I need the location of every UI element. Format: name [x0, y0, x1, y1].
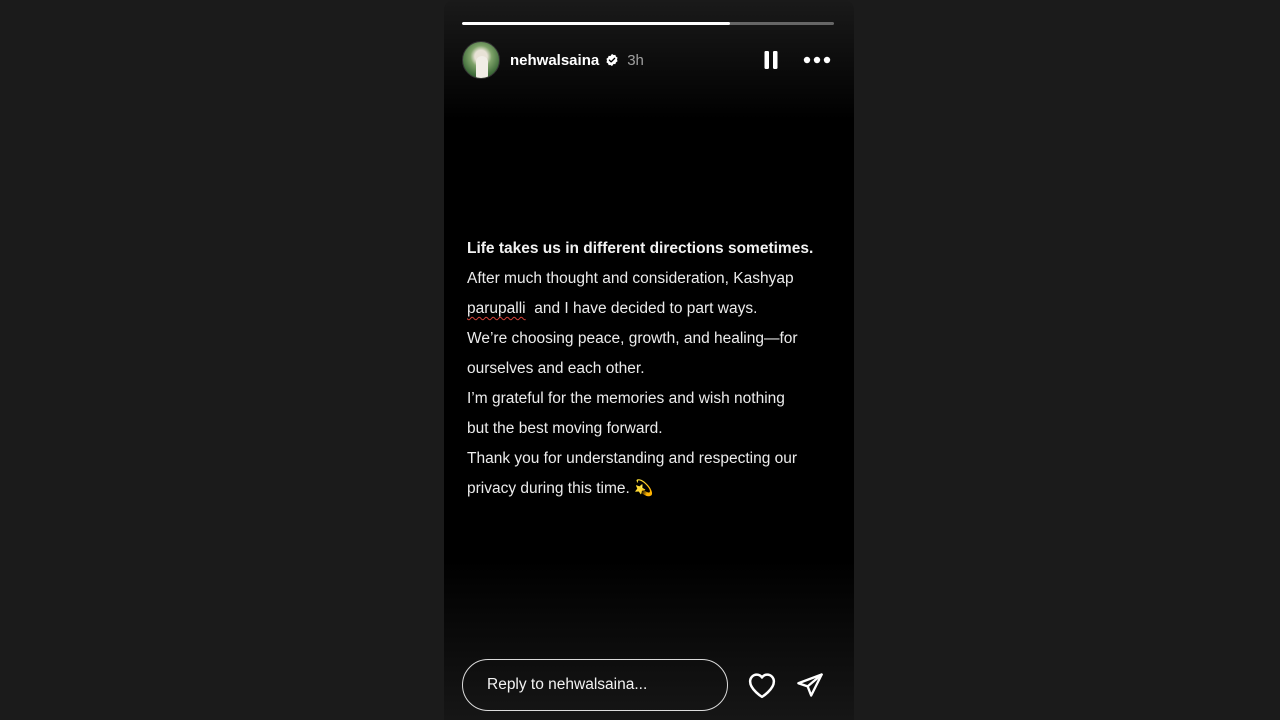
like-button[interactable] — [745, 668, 779, 702]
caption-line-rest: and I have decided to part ways. — [525, 300, 758, 317]
heart-icon — [748, 673, 776, 699]
story-caption: Life takes us in different directions so… — [467, 234, 843, 504]
verified-badge-icon — [606, 53, 618, 67]
story-timestamp: 3h — [627, 51, 644, 69]
username[interactable]: nehwalsaina — [510, 52, 599, 69]
misspelled-word: parupalli — [467, 300, 526, 317]
more-options-button[interactable] — [802, 47, 832, 73]
dizzy-emoji: 💫 — [634, 480, 654, 497]
story-header: nehwalsaina 3h — [462, 41, 834, 79]
pause-button[interactable] — [758, 47, 784, 73]
story-progress-bar — [462, 22, 834, 25]
reply-input[interactable] — [462, 659, 728, 711]
more-options-icon — [803, 56, 831, 64]
caption-line: parupalli and I have decided to part way… — [467, 294, 843, 324]
send-paper-plane-icon — [797, 673, 823, 697]
caption-line: privacy during this time. 💫 — [467, 474, 843, 504]
caption-line: After much thought and consideration, Ka… — [467, 270, 794, 287]
caption-line: ourselves and each other. — [467, 360, 645, 377]
caption-line: We’re choosing peace, growth, and healin… — [467, 330, 798, 347]
story-viewer[interactable]: nehwalsaina 3h Life takes us in differen… — [444, 0, 854, 720]
story-progress-fill — [462, 22, 730, 25]
caption-line: Thank you for understanding and respecti… — [467, 450, 798, 467]
caption-line: I’m grateful for the memories and wish n… — [467, 390, 785, 407]
share-button[interactable] — [793, 668, 827, 702]
avatar[interactable] — [462, 41, 500, 79]
caption-line-text: privacy during this time. — [467, 480, 630, 497]
page-background: nehwalsaina 3h Life takes us in differen… — [0, 0, 1280, 720]
pause-icon — [764, 51, 778, 69]
caption-title: Life takes us in different directions so… — [467, 240, 814, 257]
caption-line: but the best moving forward. — [467, 420, 663, 437]
story-footer — [462, 658, 834, 712]
